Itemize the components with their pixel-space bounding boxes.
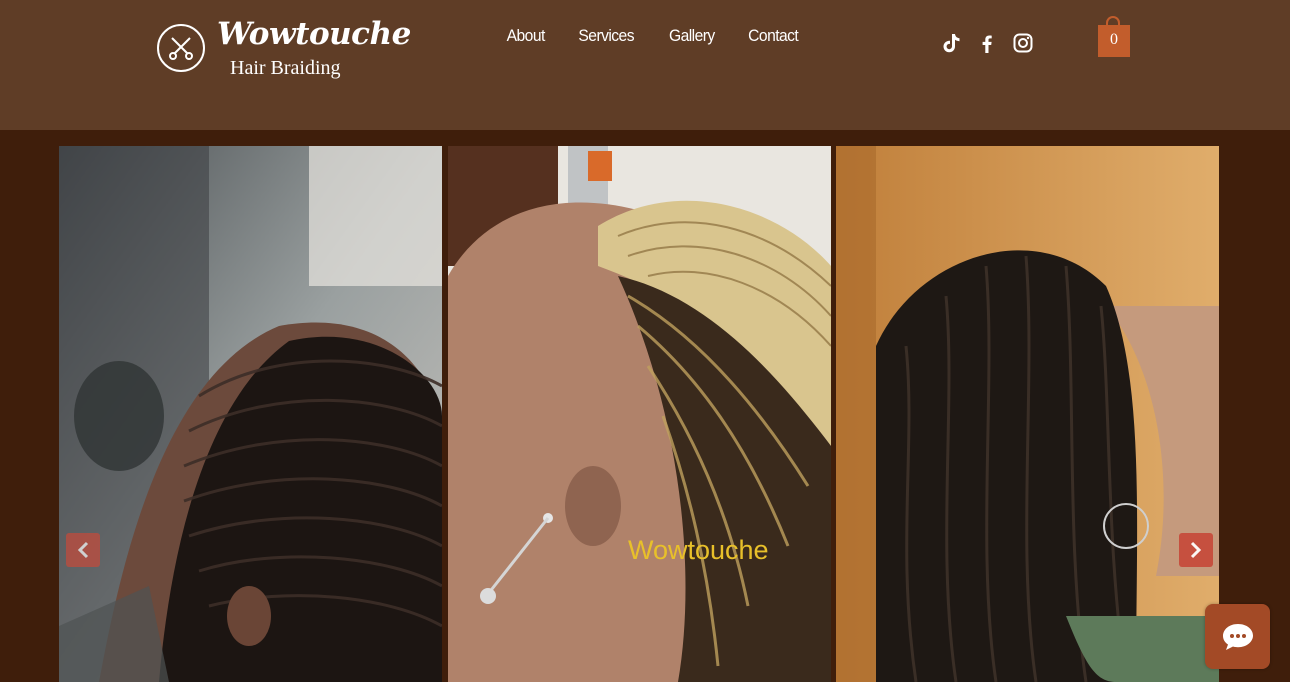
brand-tagline: Hair Braiding [230,57,341,79]
brand-name: Wowtouche [217,16,411,52]
nav-contact[interactable]: Contact [749,26,800,46]
chat-bubble-icon [1223,624,1253,650]
gallery-prev-button[interactable] [66,533,100,567]
chevron-right-icon [1190,541,1202,559]
chat-button[interactable] [1205,604,1270,669]
cart-count: 0 [1110,31,1118,48]
nav-about[interactable]: About [507,26,546,46]
chevron-left-icon [77,541,89,559]
facebook-icon[interactable] [976,32,998,54]
nav-services[interactable]: Services [579,26,635,46]
nav-gallery[interactable]: Gallery [669,26,715,46]
social-links [940,32,1034,54]
brand-logo[interactable]: Wowtouche Hair Braiding [157,16,411,82]
main-nav: About Services Gallery Contact [505,26,801,46]
site-header: Wowtouche Hair Braiding About Services G… [0,0,1290,130]
gallery-next-button[interactable] [1179,533,1213,567]
gallery-image-2[interactable] [448,146,831,682]
cart-button[interactable]: 0 [1097,16,1131,58]
scissors-icon [157,24,205,72]
gallery-image-3[interactable] [836,146,1219,682]
instagram-icon[interactable] [1012,32,1034,54]
braids-gallery [59,146,1219,682]
tiktok-icon[interactable] [940,32,962,54]
gallery-caption: Wowtouche [628,535,769,565]
gallery-image-1[interactable] [59,146,442,682]
